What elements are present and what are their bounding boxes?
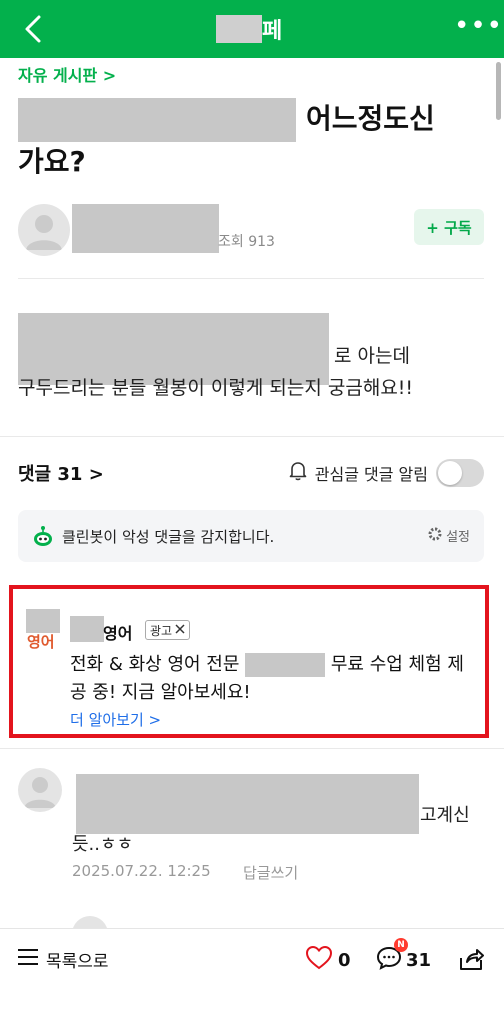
cafe-title-suffix: 페 [262,19,283,44]
back-icon[interactable] [22,14,46,44]
redacted-ad-logo [26,609,60,633]
redacted-ad-name [70,616,104,642]
post-title: 어느정도신 가요? [18,98,458,182]
ad-text: 전화 & 화상 영어 전문 무료 수업 체험 제공 중! 지금 알아보세요! [70,651,480,707]
ad-box[interactable]: 영어 영어 광고 전화 & 화상 영어 전문 무료 수업 체험 제공 중! 지금… [9,585,489,738]
reply-button[interactable]: 답글쓰기 [243,862,298,883]
comment-alert-row: 관심글 댓글 알림 [289,456,484,490]
comment-text-trail: 고계신 [420,805,470,826]
cafe-title: 페 [216,14,282,44]
new-badge: N [394,938,408,952]
settings-label: 설정 [446,530,470,545]
post-title-end: 어느정도신 [306,102,435,135]
top-bar: 페 ••• [0,0,504,58]
divider [0,748,504,749]
alert-label: 관심글 댓글 알림 [314,465,428,484]
redacted-title [18,98,296,142]
view-count: 조회 913 [218,234,275,250]
heart-icon [305,945,333,975]
author-row: 조회 913 + 구독 [18,200,484,258]
alert-toggle[interactable] [436,459,484,487]
ad-learn-more-link[interactable]: 더 알아보기 > [70,709,161,730]
like-count: 0 [338,950,351,971]
more-menu-icon[interactable]: ••• [454,13,502,39]
comment-text-line2: 듯..ㅎㅎ [72,834,134,855]
cleanbot-settings-button[interactable]: 설정 [428,526,470,545]
comments-count-link[interactable]: 댓글 31 > [18,460,104,486]
comment-button[interactable]: N 31 [376,938,432,975]
subscribe-button[interactable]: + 구독 [414,209,484,245]
ad-name: 영어 [103,624,133,643]
bottom-bar: 목록으로 0 N 31 [0,928,504,1013]
cleanbot-banner: 클린봇이 악성 댓글을 감지합니다. 설정 [18,510,484,562]
avatar[interactable] [18,204,70,256]
post-title-line2: 가요? [18,145,86,178]
cleanbot-icon [32,525,54,547]
toggle-knob [438,461,462,485]
post-body-line3: 구두드리는 분들 월봉이 이렇게 되는지 궁금해요!! [18,377,414,399]
close-icon[interactable] [175,623,185,637]
cleanbot-text: 클린봇이 악성 댓글을 감지합니다. [62,527,275,546]
gear-icon [428,527,442,545]
list-label: 목록으로 [46,952,109,972]
back-to-list-button[interactable]: 목록으로 [18,947,109,972]
board-link[interactable]: 자유 게시판 > [18,62,116,86]
ad-badge-label: 광고 [150,623,173,638]
ad-logo-text: 영어 [27,633,55,651]
divider [0,436,504,437]
comment-date: 2025.07.22. 12:25 [72,862,211,880]
ad-badge[interactable]: 광고 [145,620,191,640]
bell-icon [289,461,307,485]
scrollbar[interactable] [496,62,501,120]
post-body-line2: 로 아는데 [334,345,410,367]
redacted-ad-brand [245,653,326,677]
ad-text-before: 전화 & 화상 영어 전문 [70,654,240,675]
like-button[interactable]: 0 [305,945,351,975]
redacted-author [72,204,219,253]
comment-count: 31 [406,950,432,971]
share-icon[interactable] [458,946,484,976]
divider [18,278,484,279]
redacted-comment [76,774,419,834]
menu-icon [18,948,38,971]
redacted-cafe-name [216,15,262,43]
avatar[interactable] [18,768,62,812]
